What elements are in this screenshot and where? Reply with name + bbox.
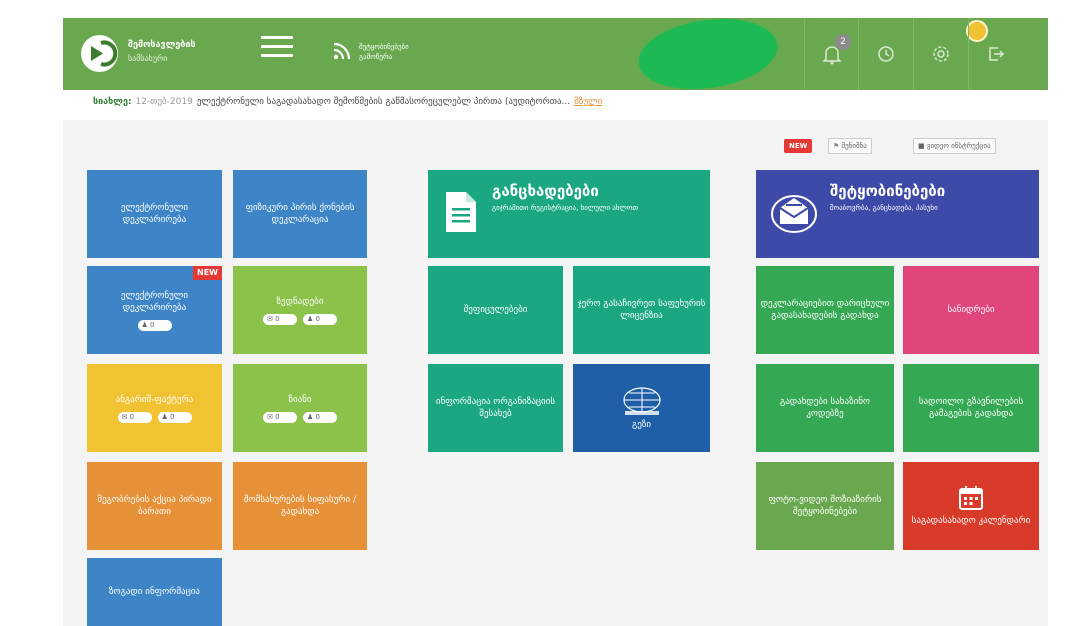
news-text: ელექტრონული საგადასახადო შემოწმების გაწმ… xyxy=(196,97,571,107)
tile-label: ფიზიკური პირის ქონების დეკლარაცია xyxy=(245,203,355,225)
tax-calendar-tile[interactable]: საგადასახადო კალენდარი xyxy=(903,462,1039,550)
messages-title: შეტყობინებები xyxy=(830,182,946,200)
organization-info-tile[interactable]: ინფორმაცია ორგანიზაციის შესახებ xyxy=(428,364,563,452)
tile-label: გადახდები სახაზინო კოდებზე xyxy=(779,397,871,419)
notifications-button[interactable] xyxy=(804,18,858,90)
notification-badge: 2 xyxy=(835,34,851,50)
treasury-payments-tile[interactable]: გადახდები სახაზინო კოდებზე xyxy=(756,364,894,452)
tile-label: ჯერო გასაჩივრეთ საფეხურის ლიცენზია xyxy=(577,299,706,321)
customs-payment-tile[interactable]: სადოილო გზავნილების გამაგების გადახდა xyxy=(903,364,1039,452)
news-label: სიახლე: xyxy=(93,97,132,107)
logout-button[interactable] xyxy=(968,18,1022,90)
tile-label: გეზი xyxy=(632,420,651,430)
news-ticker: სიახლე: 12-თებ-2019 ელექტრონული საგადასახა… xyxy=(93,97,602,115)
applications-title: განცხადებები xyxy=(492,182,599,200)
e-declaration-new-tile[interactable]: NEW ელექტრონული დეკლარირება ♟ 0 xyxy=(87,266,222,354)
tile-label: ანგარიშ-ფაქტურა xyxy=(115,394,194,405)
logo-title: შემოსავლების xyxy=(128,40,196,50)
applications-tile[interactable]: განცხადებები გიჯრამითი რეგისტრაცია, ხილუ… xyxy=(428,170,710,258)
video-label: ვიდეო ინსტრუქცია xyxy=(926,142,991,150)
count-pill: ♟ 0 xyxy=(303,411,337,423)
logo-icon[interactable] xyxy=(81,35,118,72)
count-pill: ♟ 0 xyxy=(157,411,192,423)
settings-button[interactable] xyxy=(913,18,967,90)
top-header: შემოსავლების სამსახური შეტყობინებები გამ… xyxy=(63,10,1048,98)
gear-icon xyxy=(932,46,949,62)
count-pill: ✉ 0 xyxy=(263,313,297,325)
tile-label: ზედნადები xyxy=(276,296,324,307)
new-badge: NEW xyxy=(193,266,222,280)
fines-tile[interactable]: სანიდრები xyxy=(903,266,1039,354)
video-icon: ■ xyxy=(918,142,925,150)
history-button[interactable] xyxy=(858,18,912,90)
news-date: 12-თებ-2019 xyxy=(135,97,193,107)
map-tile[interactable]: გეზი xyxy=(573,364,710,452)
tile-label: სანიდრები xyxy=(947,305,995,315)
count-pill: ♟ 0 xyxy=(137,319,172,331)
service-fee-tile[interactable]: შომსახურების სიფასური / გადახდა xyxy=(233,462,367,550)
messages-tile[interactable]: შეტყობინებები შოაბოვრბა, განცხადება, პას… xyxy=(756,170,1039,258)
tile-label: სადოილო გზავნილების გამაგების გადახდა xyxy=(918,397,1024,419)
redaction-blob xyxy=(633,10,783,98)
flag-icon: ⚑ xyxy=(833,142,840,150)
count-pill: ♟ 0 xyxy=(303,313,337,325)
envelope-icon xyxy=(771,195,817,233)
video-button[interactable]: ■ ვიდეო ინსტრუქცია xyxy=(913,138,996,154)
tile-label: ფოტო-ვიდეო შოზიაზირის შეტყობინებები xyxy=(768,495,882,517)
property-declaration-tile[interactable]: ფიზიკური პირის ქონების დეკლარაცია xyxy=(233,170,367,258)
news-more-link[interactable]: მზული xyxy=(574,97,602,107)
waybill-tile[interactable]: ზიანი ✉ 0 ♟ 0 xyxy=(233,364,367,452)
tile-label: ზიანი xyxy=(288,394,312,405)
calendar-icon xyxy=(959,486,983,510)
tile-label: ელექტრონული დეკლარირება xyxy=(120,203,189,225)
tile-label: ზოგადი ინფორმაცია xyxy=(109,587,200,597)
tile-label: შომსახურების სიფასური / გადახდა xyxy=(243,495,357,517)
rss-icon[interactable] xyxy=(333,42,351,60)
globe-icon xyxy=(622,387,661,415)
general-info-tile[interactable]: ზოგადი ინფორმაცია xyxy=(87,558,222,626)
count-pill: ✉ 0 xyxy=(263,411,297,423)
tile-label: საგადასახადო კალენდარი xyxy=(911,516,1031,526)
logout-icon xyxy=(988,47,1004,61)
new-tag: NEW xyxy=(784,139,813,153)
tile-label: მეგობრების აქცია პირადი ბარათი xyxy=(97,495,212,517)
instructions-button[interactable]: ⚑ შენიშნა xyxy=(828,138,872,154)
rss-sublabel[interactable]: გამოწერა xyxy=(359,53,392,61)
applications-subtitle: გიჯრამითი რეგისტრაცია, ხილული ახლოთ xyxy=(492,204,638,212)
menu-icon[interactable] xyxy=(261,36,293,66)
waybills-tile[interactable]: ზედნადები ✉ 0 ♟ 0 xyxy=(233,266,367,354)
tile-label: ელექტრონული დეკლარირება xyxy=(120,290,189,313)
documents-tile[interactable]: შეფიცულებები xyxy=(428,266,563,354)
rss-label[interactable]: შეტყობინებები xyxy=(359,43,409,51)
auction-tile[interactable]: მეგობრების აქცია პირადი ბარათი xyxy=(87,462,222,550)
tile-label: შეფიცულებები xyxy=(463,305,528,315)
tile-label: ინფორმაცია ორგანიზაციის შესახებ xyxy=(435,397,556,419)
count-pill: ✉ 0 xyxy=(117,411,152,423)
photo-video-tile[interactable]: ფოტო-ვიდეო შოზიაზირის შეტყობინებები xyxy=(756,462,894,550)
license-tile[interactable]: ჯერო გასაჩივრეთ საფეხურის ლიცენზია xyxy=(573,266,710,354)
messages-subtitle: შოაბოვრბა, განცხადება, პასუხი xyxy=(830,204,938,212)
tile-label: დეკლარაციებით დარიცხული გადასახადების გა… xyxy=(760,299,890,321)
invoice-tile[interactable]: ანგარიშ-ფაქტურა ✉ 0 ♟ 0 xyxy=(87,364,222,452)
declared-taxes-tile[interactable]: დეკლარაციებით დარიცხული გადასახადების გა… xyxy=(756,266,894,354)
clock-icon xyxy=(877,46,894,62)
e-declaration-tile[interactable]: ელექტრონული დეკლარირება xyxy=(87,170,222,258)
instructions-label: შენიშნა xyxy=(841,142,867,150)
document-icon xyxy=(446,192,476,232)
logo-subtitle: სამსახური xyxy=(128,54,168,63)
